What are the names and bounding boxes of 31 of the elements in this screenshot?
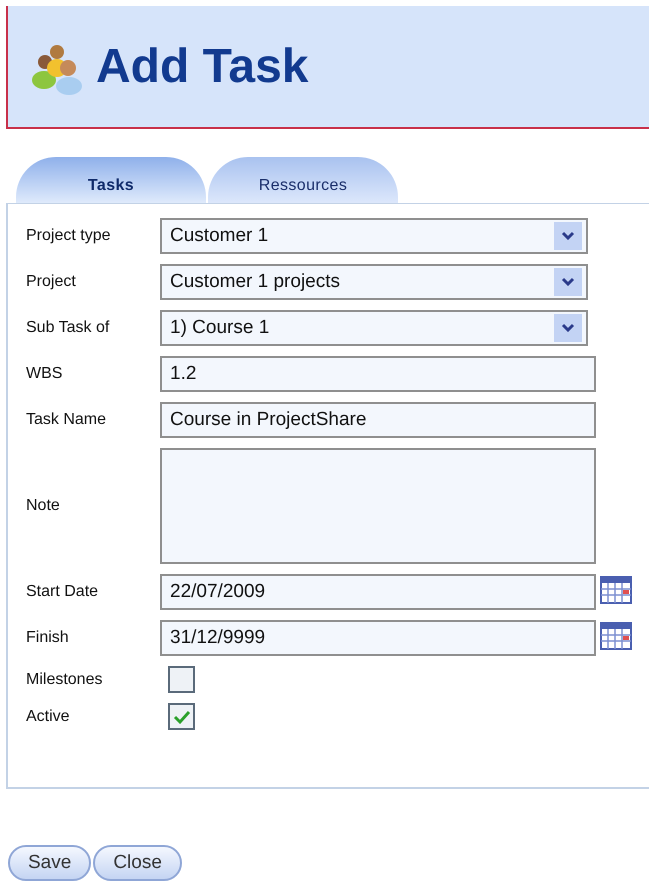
form-button[interactable]: Save — [8, 845, 92, 881]
date-field[interactable]: 22/07/2009 — [160, 574, 596, 610]
tab[interactable]: Ressources — [208, 157, 398, 203]
field-label: Active — [26, 706, 71, 726]
checkbox[interactable] — [168, 666, 195, 693]
field-label: Finish — [26, 628, 70, 648]
checkmark-icon — [172, 708, 190, 724]
input-field[interactable]: Course in ProjectShare — [160, 402, 596, 438]
field-label: Task Name — [26, 410, 108, 430]
field-label: Project type — [26, 226, 112, 246]
input-field[interactable]: 1.2 — [160, 356, 596, 392]
calendar-icon[interactable] — [600, 620, 632, 650]
field-label: Start Date — [26, 582, 100, 602]
date-field[interactable]: 31/12/9999 — [160, 620, 596, 656]
dropdown-field[interactable]: Customer 1 — [160, 218, 588, 254]
checkbox[interactable] — [168, 703, 195, 730]
dropdown-field[interactable]: Customer 1 projects — [160, 264, 588, 300]
note-field[interactable] — [160, 448, 596, 564]
chevron-down-icon[interactable] — [554, 314, 582, 342]
field-label: Project — [26, 272, 77, 292]
field-label: Sub Task of — [26, 318, 110, 338]
field-label: Note — [26, 496, 61, 516]
page-title: Add Task — [96, 38, 308, 94]
chevron-down-icon[interactable] — [554, 222, 582, 250]
tab[interactable]: Tasks — [16, 157, 206, 203]
dropdown-field[interactable]: 1) Course 1 — [160, 310, 588, 346]
form-button[interactable]: Close — [93, 845, 182, 881]
calendar-icon[interactable] — [600, 574, 632, 604]
chevron-down-icon[interactable] — [554, 268, 582, 296]
field-label: WBS — [26, 364, 64, 384]
field-label: Milestones — [26, 670, 104, 690]
